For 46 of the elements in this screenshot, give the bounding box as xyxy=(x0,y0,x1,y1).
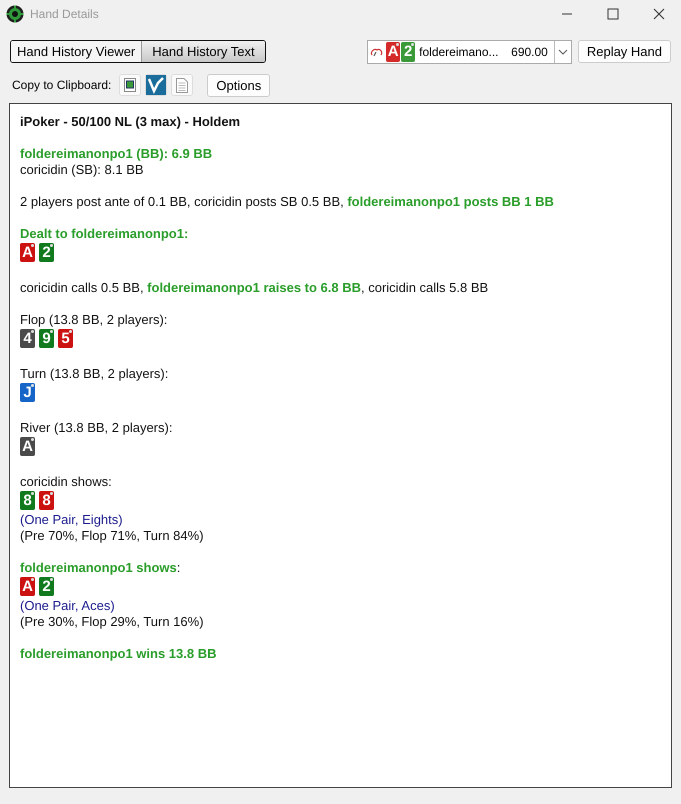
playing-card: 5 xyxy=(58,329,73,348)
history-line: (One Pair, Aces) xyxy=(20,598,116,614)
replay-hand-button[interactable]: Replay Hand xyxy=(578,40,671,63)
history-line: foldereimanonpo1 wins 13.8 BB xyxy=(20,646,218,662)
history-line: (Pre 70%, Flop 71%, Turn 84%) xyxy=(20,528,205,544)
playing-card: 2 xyxy=(39,577,54,596)
playing-card: 2 xyxy=(39,243,54,262)
playing-card: 9 xyxy=(39,329,54,348)
close-icon[interactable] xyxy=(653,8,665,20)
history-line: iPoker - 50/100 NL (3 max) - Holdem xyxy=(20,114,242,130)
history-line: 2 players post ante of 0.1 BB, coricidin posts SB 0.5 BB, foldereimanonpo1 posts BB 1 BB xyxy=(20,194,555,210)
history-line: (Pre 30%, Flop 29%, Turn 16%) xyxy=(20,614,205,630)
view-tab[interactable]: Hand History Viewer xyxy=(11,41,142,62)
player-name: foldereimano... xyxy=(419,44,500,58)
history-line: River (13.8 BB, 2 players): xyxy=(20,420,174,436)
document-icon xyxy=(176,78,188,92)
options-button[interactable]: Options xyxy=(207,74,270,96)
history-line: Turn (13.8 BB, 2 players): xyxy=(20,366,170,382)
playing-card: A xyxy=(20,437,35,456)
playing-card: 8 xyxy=(20,491,35,510)
playing-card: A xyxy=(386,42,400,62)
playing-card: 4 xyxy=(20,329,35,348)
history-line: Dealt to foldereimanonpo1: xyxy=(20,226,190,242)
playing-card: A xyxy=(20,577,35,596)
history-line: Flop (13.8 BB, 2 players): xyxy=(20,312,168,328)
window-title: Hand Details xyxy=(30,7,99,21)
playing-card: J xyxy=(20,383,35,402)
history-line: foldereimanonpo1 (BB): 6.9 BB xyxy=(20,146,214,162)
maximize-icon[interactable] xyxy=(607,8,619,20)
playing-card: 8 xyxy=(39,491,54,510)
image-copy-button[interactable] xyxy=(119,74,142,96)
text-copy-button[interactable] xyxy=(171,74,194,96)
history-line: foldereimanonpo1 shows: xyxy=(20,560,182,576)
history-line: coricidin (SB): 8.1 BB xyxy=(20,162,145,178)
chip-amount: 690.00 xyxy=(511,44,548,58)
view-tab[interactable]: Hand History Text xyxy=(141,41,265,62)
playing-card: A xyxy=(20,243,35,262)
poker-chip-icon xyxy=(6,5,24,23)
history-line: coricidin calls 0.5 BB, foldereimanonpo1 raises to 6.8 BB, coricidin calls 5.8 BB xyxy=(20,280,490,296)
copy-label: Copy to Clipboard: xyxy=(12,78,112,92)
playing-card: 2 xyxy=(401,42,416,62)
hand-dropdown[interactable]: A 2 foldereimano... 690.00 xyxy=(367,40,572,64)
history-line: coricidin shows: xyxy=(20,474,113,490)
picture-icon xyxy=(124,78,136,92)
caret-icon xyxy=(558,48,568,54)
history-line: (One Pair, Eights) xyxy=(20,512,124,528)
